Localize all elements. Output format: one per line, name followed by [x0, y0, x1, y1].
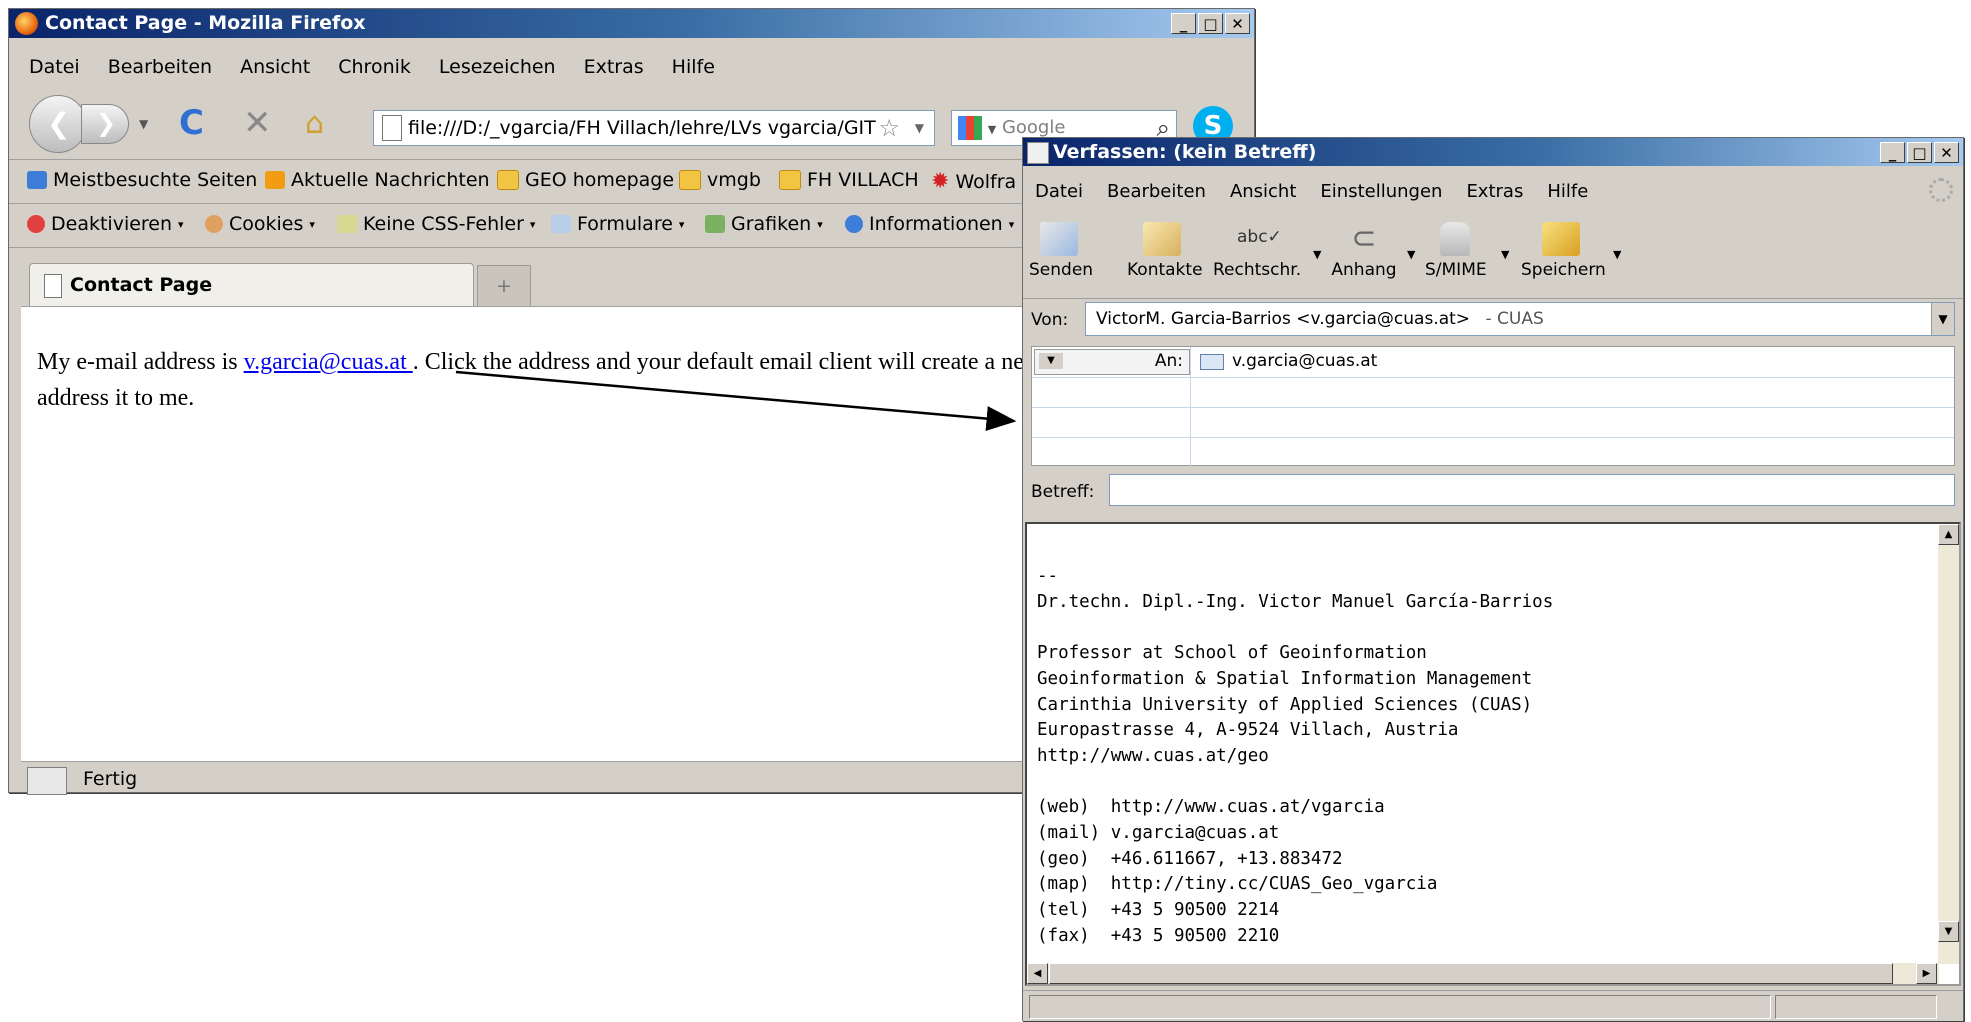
compose-window: Verfassen: (kein Betreff) _ □ ✕ Datei Be…: [1022, 137, 1964, 1021]
vertical-scrollbar[interactable]: ▲ ▼: [1938, 524, 1959, 964]
save-button[interactable]: Speichern: [1521, 222, 1606, 280]
menu-ansicht[interactable]: Ansicht: [1230, 181, 1296, 202]
compose-status-bar: [1023, 990, 1963, 1022]
subject-input[interactable]: [1109, 474, 1955, 506]
menu-hilfe[interactable]: Hilfe: [1547, 181, 1588, 202]
contacts-icon: [1143, 222, 1181, 256]
subject-label: Betreff:: [1031, 482, 1095, 502]
menu-bearbeiten[interactable]: Bearbeiten: [1107, 181, 1206, 202]
scroll-right-button[interactable]: ▶: [1916, 963, 1937, 984]
send-button[interactable]: Senden: [1029, 222, 1093, 280]
recipient-row[interactable]: [1032, 437, 1954, 467]
chevron-down-icon: ▼: [1039, 353, 1063, 369]
address-card-icon: [1200, 354, 1224, 370]
toolbar-label: Rechtschr.: [1213, 260, 1302, 280]
from-value: VictorM. Garcia-Barrios <v.garcia@cuas.a…: [1096, 309, 1471, 329]
chevron-down-icon[interactable]: ▼: [1931, 303, 1954, 335]
attach-dropdown-icon[interactable]: ▼: [1407, 248, 1415, 261]
from-label: Von:: [1031, 310, 1069, 330]
toolbar-label: S/MIME: [1425, 260, 1487, 280]
recipient-row: ▼ An: v.garcia@cuas.at: [1032, 347, 1954, 378]
close-button[interactable]: ✕: [1934, 142, 1959, 163]
lock-icon: [1440, 222, 1470, 256]
toolbar-label: Anhang: [1331, 260, 1397, 280]
compose-title: Verfassen: (kein Betreff): [1053, 141, 1317, 163]
attach-button[interactable]: ⊂ Anhang: [1331, 221, 1397, 281]
signature-text: -- Dr.techn. Dipl.-Ing. Victor Manuel Ga…: [1037, 566, 1554, 946]
toolbar-label: Kontakte: [1127, 260, 1203, 280]
scroll-down-button[interactable]: ▼: [1938, 921, 1959, 942]
spellcheck-button[interactable]: abc✓ Rechtschr.: [1213, 222, 1302, 280]
maximize-button[interactable]: □: [1907, 142, 1932, 163]
toolbar-label: Speichern: [1521, 260, 1606, 280]
to-label: An:: [1154, 351, 1183, 371]
spellcheck-icon: abc✓: [1237, 227, 1282, 247]
save-dropdown-icon[interactable]: ▼: [1613, 248, 1621, 261]
horizontal-scrollbar[interactable]: ◀ ▶: [1027, 963, 1939, 984]
recipient-row[interactable]: [1032, 377, 1954, 408]
contacts-button[interactable]: Kontakte: [1127, 222, 1203, 280]
smime-dropdown-icon[interactable]: ▼: [1501, 248, 1509, 261]
message-body-editor[interactable]: -- Dr.techn. Dipl.-Ing. Victor Manuel Ga…: [1025, 522, 1961, 986]
minimize-button[interactable]: _: [1880, 142, 1905, 163]
recipient-type-select[interactable]: ▼ An:: [1034, 349, 1190, 375]
activity-throbber-icon: [1929, 178, 1953, 202]
to-address[interactable]: v.garcia@cuas.at: [1232, 351, 1377, 371]
send-icon: [1040, 222, 1078, 256]
scroll-left-button[interactable]: ◀: [1027, 963, 1048, 984]
paperclip-icon: ⊂: [1351, 221, 1377, 256]
recipient-row[interactable]: [1032, 407, 1954, 438]
compose-menubar: Datei Bearbeiten Ansicht Einstellungen E…: [1035, 181, 1588, 202]
menu-extras[interactable]: Extras: [1466, 181, 1523, 202]
from-select[interactable]: VictorM. Garcia-Barrios <v.garcia@cuas.a…: [1085, 302, 1955, 336]
status-panel: [1029, 995, 1771, 1019]
status-panel: [1775, 995, 1937, 1019]
scroll-up-button[interactable]: ▲: [1938, 524, 1959, 545]
spellcheck-dropdown-icon[interactable]: ▼: [1313, 248, 1321, 261]
smime-button[interactable]: S/MIME: [1425, 222, 1487, 280]
menu-datei[interactable]: Datei: [1035, 181, 1083, 202]
compose-app-icon: [1027, 142, 1049, 164]
save-folder-icon: [1542, 222, 1580, 256]
toolbar-label: Senden: [1029, 260, 1094, 280]
from-account: - CUAS: [1485, 309, 1544, 329]
recipient-list: ▼ An: v.garcia@cuas.at: [1031, 346, 1955, 467]
compose-titlebar[interactable]: Verfassen: (kein Betreff) _ □ ✕: [1023, 138, 1963, 166]
menu-einstellungen[interactable]: Einstellungen: [1320, 181, 1442, 202]
scroll-thumb[interactable]: [1049, 963, 1893, 984]
recipient-divider: [1190, 347, 1191, 467]
